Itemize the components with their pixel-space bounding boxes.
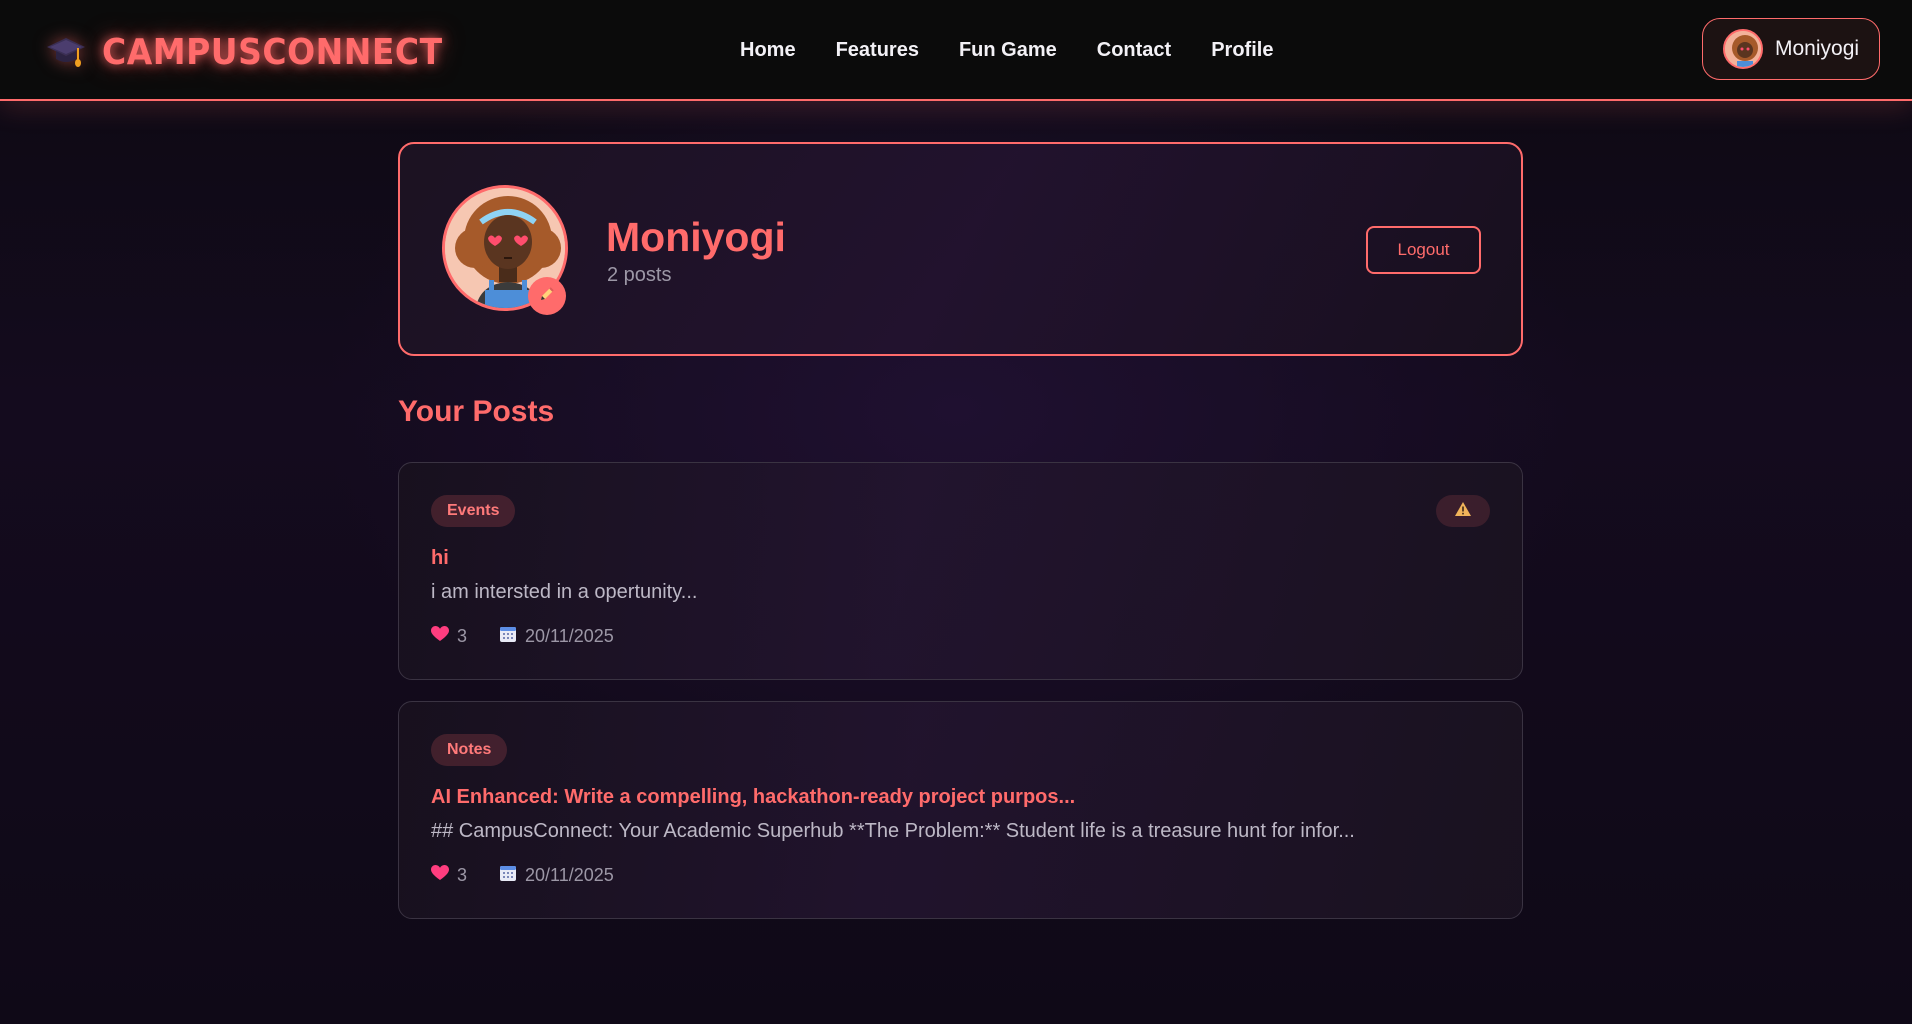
brand-logo[interactable]: CAMPUSCONNECT xyxy=(44,28,443,74)
post-date: 20/11/2025 xyxy=(499,625,614,648)
avatar xyxy=(1723,29,1763,69)
category-badge: Notes xyxy=(431,734,508,766)
nav-fun-game[interactable]: Fun Game xyxy=(959,39,1057,62)
calendar-icon xyxy=(499,625,517,648)
post-card[interactable]: Notes AI Enhanced: Write a compelling, h… xyxy=(398,701,1523,919)
logout-button[interactable]: Logout xyxy=(1366,226,1481,274)
profile-card: Moniyogi 2 posts Logout xyxy=(398,142,1523,356)
brand-name: CAMPUSCONNECT xyxy=(102,29,443,73)
post-date: 20/11/2025 xyxy=(499,864,614,887)
pencil-icon xyxy=(538,285,556,308)
date-text: 20/11/2025 xyxy=(525,865,614,885)
profile-name: Moniyogi xyxy=(606,214,786,260)
edit-avatar-button[interactable] xyxy=(528,277,566,315)
post-excerpt: i am intersted in a opertunity... xyxy=(431,581,698,603)
post-count: 2 posts xyxy=(607,264,672,286)
section-title: Your Posts xyxy=(398,395,555,428)
post-title[interactable]: AI Enhanced: Write a compelling, hackath… xyxy=(431,786,1075,809)
post-title[interactable]: hi xyxy=(431,547,449,570)
warning-icon xyxy=(1454,501,1472,522)
user-menu-button[interactable]: Moniyogi xyxy=(1702,18,1880,80)
graduation-cap-icon xyxy=(44,29,88,73)
report-button[interactable] xyxy=(1436,495,1490,527)
navbar: CAMPUSCONNECT Home Features Fun Game Con… xyxy=(0,0,1912,101)
user-name: Moniyogi xyxy=(1775,37,1860,60)
like-button[interactable]: 3 xyxy=(431,865,467,886)
nav-home[interactable]: Home xyxy=(740,39,796,62)
heart-icon xyxy=(431,626,449,647)
like-button[interactable]: 3 xyxy=(431,626,467,647)
post-meta: 3 20/11/2025 xyxy=(431,625,614,648)
nav-contact[interactable]: Contact xyxy=(1097,39,1171,62)
nav-profile[interactable]: Profile xyxy=(1211,39,1273,62)
heart-icon xyxy=(431,865,449,886)
category-badge: Events xyxy=(431,495,516,527)
post-card[interactable]: Events hi i am intersted in a opertunity… xyxy=(398,462,1523,680)
like-count: 3 xyxy=(457,626,468,646)
post-excerpt: ## CampusConnect: Your Academic Superhub… xyxy=(431,820,1355,842)
nav-features[interactable]: Features xyxy=(836,39,919,62)
nav-links: Home Features Fun Game Contact Profile xyxy=(740,34,1273,66)
post-meta: 3 20/11/2025 xyxy=(431,864,614,887)
date-text: 20/11/2025 xyxy=(525,626,614,646)
calendar-icon xyxy=(499,864,517,887)
like-count: 3 xyxy=(457,865,468,885)
